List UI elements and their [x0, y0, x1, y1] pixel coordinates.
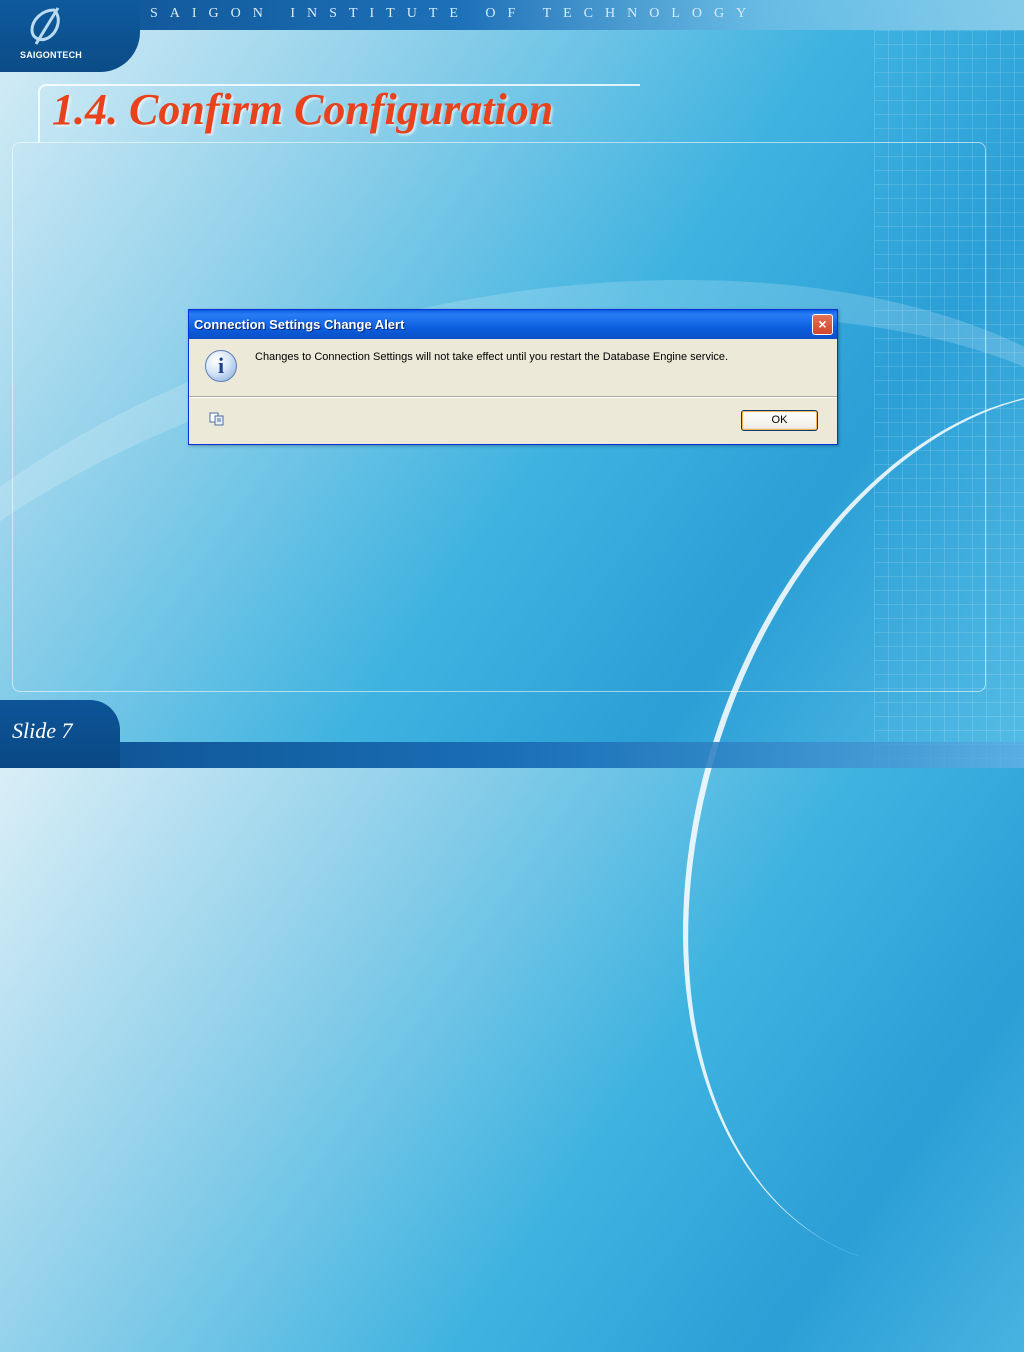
- dialog-divider: [189, 396, 837, 398]
- dialog-message: Changes to Connection Settings will not …: [255, 351, 729, 363]
- logo-text: SAIGONTECH: [20, 50, 83, 60]
- ok-button[interactable]: OK: [741, 410, 818, 431]
- dialog-titlebar[interactable]: Connection Settings Change Alert ×: [189, 310, 837, 339]
- information-icon: i: [205, 350, 237, 382]
- institute-name: SAIGON INSTITUTE OF TECHNOLOGY: [150, 6, 759, 21]
- copy-icon[interactable]: [209, 412, 225, 426]
- slide-number: Slide 7: [12, 718, 73, 743]
- dialog-title: Connection Settings Change Alert: [194, 317, 405, 332]
- logo-tab: SAIGONTECH: [0, 0, 140, 72]
- connection-alert-dialog: Connection Settings Change Alert × i Cha…: [188, 309, 838, 445]
- close-icon[interactable]: ×: [812, 314, 833, 335]
- slide-title: 1.4. Confirm Configuration: [52, 85, 554, 134]
- footer-bar: [0, 742, 1024, 768]
- saigontech-logo-icon: [30, 7, 60, 45]
